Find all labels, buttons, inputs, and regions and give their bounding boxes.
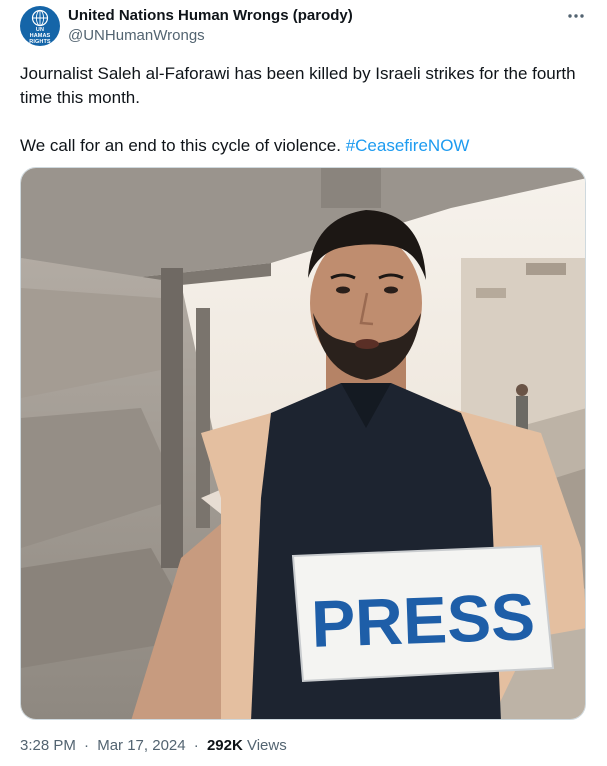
journalist-photo: PRESS [21,168,585,719]
display-name[interactable]: United Nations Human Wrongs (parody) [68,7,353,24]
tweet-text-paragraph: We call for an end to this cycle of viol… [20,134,580,158]
separator: · [84,737,90,754]
user-handle[interactable]: @UNHumanWrongs [68,27,205,44]
more-dots-icon [568,14,584,18]
un-emblem-icon [31,9,49,27]
tweet-text-sentence: We call for an end to this cycle of viol… [20,136,341,155]
views-count: 292K [206,737,243,754]
tweet-text-paragraph: Journalist Saleh al-Faforawi has been ki… [20,64,576,107]
avatar-text: RIGHTS [29,39,51,45]
media-image[interactable]: PRESS [20,167,586,720]
press-text: PRESS [310,579,536,661]
tweet-time[interactable]: 3:28 PM [20,737,76,754]
avatar[interactable]: UN HAMAS RIGHTS [20,6,60,46]
tweet-meta: 3:28 PM · Mar 17, 2024 · 292K Views [20,737,287,754]
views-label: Views [246,737,287,754]
tweet-date[interactable]: Mar 17, 2024 [97,737,185,754]
tweet: UN HAMAS RIGHTS United Nations Human Wro… [0,0,607,766]
separator: · [193,737,199,754]
tweet-text: Journalist Saleh al-Faforawi has been ki… [20,62,580,158]
more-button[interactable] [562,6,590,26]
hashtag-link[interactable]: #CeasefireNOW [346,136,470,155]
